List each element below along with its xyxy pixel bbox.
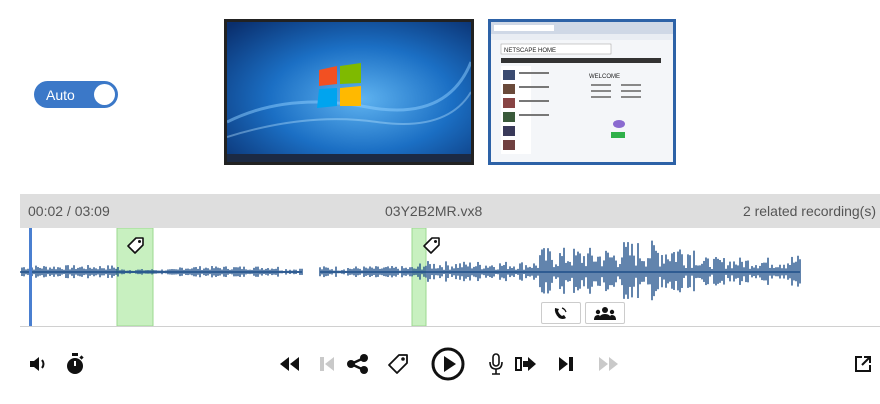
- fast-forward-button[interactable]: [596, 350, 622, 378]
- play-icon: [431, 347, 465, 381]
- auto-toggle-label: Auto: [46, 87, 75, 103]
- desktop-thumbnail[interactable]: [224, 19, 474, 165]
- browser-window-image: NETSCAPE HOME WELCOME: [491, 22, 673, 162]
- conference-segment-button[interactable]: [585, 302, 625, 324]
- add-tag-button[interactable]: [386, 350, 410, 378]
- share-icon: [347, 354, 368, 374]
- microphone-icon: [489, 353, 503, 375]
- call-segment-button[interactable]: [541, 302, 581, 324]
- phone-icon: [554, 307, 567, 319]
- stopwatch-icon: [67, 353, 84, 374]
- volume-button[interactable]: [28, 350, 50, 378]
- toggle-knob: [94, 84, 115, 105]
- skip-forward-icon: [559, 357, 573, 371]
- skip-back-icon: [320, 357, 334, 371]
- waveform-timeline[interactable]: [20, 228, 880, 327]
- rewind-button[interactable]: [276, 350, 302, 378]
- group-icon: [594, 307, 616, 320]
- tag-segment-2[interactable]: [411, 228, 427, 326]
- browser-thumbnail[interactable]: NETSCAPE HOME WELCOME: [488, 19, 676, 165]
- forward-step-icon: [515, 357, 536, 371]
- windows-desktop-image: [227, 22, 471, 162]
- volume-icon: [30, 357, 45, 371]
- related-recordings-link[interactable]: 2 related recording(s): [743, 203, 876, 219]
- playback-time: 00:02 / 03:09: [28, 203, 110, 219]
- browser-page-heading: NETSCAPE HOME: [504, 48, 556, 54]
- jump-forward-button[interactable]: [514, 350, 538, 378]
- share-button[interactable]: [346, 350, 370, 378]
- playhead[interactable]: [29, 228, 32, 326]
- recording-info-bar: 00:02 / 03:09 03Y2B2MR.vx8 2 related rec…: [20, 194, 880, 228]
- auto-toggle[interactable]: Auto: [34, 81, 118, 108]
- skip-forward-button[interactable]: [556, 350, 576, 378]
- skip-back-button[interactable]: [316, 350, 338, 378]
- record-audio-button[interactable]: [486, 350, 506, 378]
- popout-icon: [855, 356, 871, 372]
- play-button[interactable]: [430, 347, 466, 381]
- speed-button[interactable]: [64, 350, 86, 378]
- rewind-icon: [280, 357, 299, 371]
- recording-filename: 03Y2B2MR.vx8: [385, 203, 483, 219]
- tag-icon: [388, 354, 408, 374]
- browser-page-subheading: WELCOME: [589, 74, 620, 80]
- popout-button[interactable]: [852, 350, 874, 378]
- fast-forward-icon: [599, 357, 618, 371]
